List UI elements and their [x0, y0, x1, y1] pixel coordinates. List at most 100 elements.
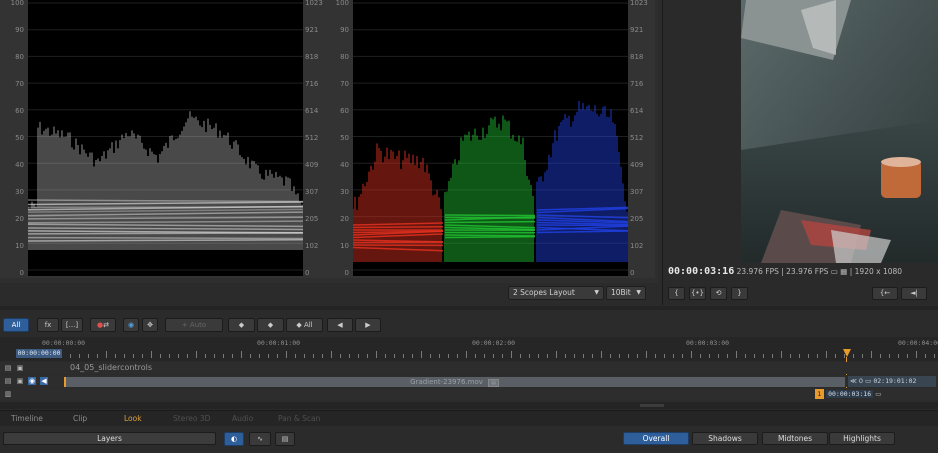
- ruler-tick: [430, 354, 431, 358]
- bitdepth-select[interactable]: 10Bit ▼: [606, 286, 646, 300]
- move-button[interactable]: ✥: [142, 318, 158, 332]
- ruler-tick: [304, 354, 305, 358]
- track-name-row: ▤ ▣ 04_05_slidercontrols: [0, 362, 938, 374]
- ruler-tick: [763, 354, 764, 358]
- waveform-dense-band: [28, 232, 303, 235]
- ruler-tick: [664, 354, 665, 358]
- layers-button[interactable]: Layers: [3, 432, 216, 445]
- snapshot-icon: ▭: [875, 390, 882, 398]
- timeline-ruler[interactable]: 00:00:00:00 00:00:01:00 00:00:02:00 00:00:0…: [0, 337, 938, 361]
- ruler-tick: [862, 354, 863, 358]
- auto-keyframe-button[interactable]: + Auto: [165, 318, 223, 332]
- curves-tab-button[interactable]: ∿: [249, 432, 271, 446]
- axis-tick-label: 10: [340, 242, 349, 250]
- scopes-layout-select[interactable]: 2 Scopes Layout ▼: [508, 286, 604, 300]
- ruler-tick: [151, 351, 152, 358]
- color-link-button[interactable]: ●⇄: [90, 318, 116, 332]
- playhead-timecode: 1 00:00:03:16 ▭: [815, 389, 885, 399]
- ruler-tick: [628, 354, 629, 358]
- axis-tick-label: 80: [340, 53, 349, 61]
- speaker-icon[interactable]: ◀: [40, 377, 48, 385]
- all-tracks-button[interactable]: All: [3, 318, 29, 332]
- ruler-tick: [259, 354, 260, 358]
- axis-tick-label: 716: [630, 80, 644, 88]
- film-icon: ▤: [4, 377, 12, 385]
- viewer-fps: 23.976 FPS: [736, 267, 779, 276]
- axis-tick-label: 30: [15, 188, 24, 196]
- axis-tick-label: 60: [340, 107, 349, 115]
- bitdepth-label: 10Bit: [611, 288, 631, 297]
- ruler-tick: [520, 354, 521, 358]
- color-palette-button[interactable]: ◉: [123, 318, 139, 332]
- lock-icon[interactable]: ▣: [16, 364, 24, 372]
- axis-tick-label: 0: [344, 269, 349, 277]
- ruler-time-label: 00:00:03:00: [686, 339, 730, 347]
- range-highlights-button[interactable]: Highlights: [829, 432, 895, 445]
- lock-icon[interactable]: ▣: [16, 377, 24, 385]
- ruler-tick: [502, 354, 503, 358]
- clip-bar[interactable]: Gradient-23976.mov ▤: [64, 377, 845, 387]
- luma-waveform-graphic: [28, 2, 303, 271]
- tab-stereo-3d[interactable]: Stereo 3D: [173, 414, 210, 423]
- luma-waveform: [28, 0, 303, 276]
- axis-tick-label: 100: [10, 0, 24, 7]
- ruler-tick: [907, 354, 908, 358]
- tab-audio[interactable]: Audio: [232, 414, 253, 423]
- tab-clip[interactable]: Clip: [73, 414, 87, 423]
- axis-tick-label: 60: [15, 107, 24, 115]
- axis-tick-label: 90: [15, 26, 24, 34]
- viewer-fps-2: 23.976 FPS: [786, 267, 829, 276]
- ruler-tick: [565, 354, 566, 358]
- ruler-tick: [574, 354, 575, 358]
- tab-timeline[interactable]: Timeline: [11, 414, 43, 423]
- bracket-button[interactable]: [...]: [61, 318, 83, 332]
- ruler-tick: [268, 354, 269, 358]
- delete-keyframe-button[interactable]: ◆: [257, 318, 284, 332]
- key-all-button[interactable]: ◆ All: [286, 318, 323, 332]
- tab-look[interactable]: Look: [124, 414, 142, 423]
- range-midtones-button[interactable]: Midtones: [762, 432, 828, 445]
- ruler-tick: [691, 351, 692, 358]
- add-keyframe-button[interactable]: ◆: [228, 318, 255, 332]
- ruler-tick: [232, 354, 233, 358]
- ruler-tick: [439, 354, 440, 358]
- axis-tick-label: 409: [630, 161, 644, 169]
- mark-in-button[interactable]: {: [668, 287, 685, 300]
- ruler-tick: [889, 354, 890, 358]
- tab-pan-scan[interactable]: Pan & Scan: [278, 414, 320, 423]
- mark-both-button[interactable]: {•}: [689, 287, 706, 300]
- current-time-badge: 00:00:00:00: [16, 349, 62, 358]
- scopes-layout-label: 2 Scopes Layout: [513, 288, 575, 297]
- ruler-tick: [925, 354, 926, 358]
- ruler-tick: [601, 351, 602, 358]
- loop-button[interactable]: ⟲: [710, 287, 727, 300]
- bottom-tabs: Timeline Clip Look Stereo 3D Audio Pan & Scan: [0, 410, 938, 426]
- scrollbar-thumb[interactable]: [640, 404, 664, 407]
- previous-frame-button[interactable]: ◄|: [901, 287, 927, 300]
- next-keyframe-button[interactable]: ▶: [355, 318, 381, 332]
- ruler-tick: [898, 354, 899, 358]
- previous-keyframe-button[interactable]: ◀: [327, 318, 353, 332]
- ruler-tick: [781, 351, 782, 358]
- ruler-tick: [484, 354, 485, 358]
- ruler-tick: [799, 354, 800, 358]
- ruler-tick: [619, 354, 620, 358]
- ruler-tick: [241, 351, 242, 358]
- parade-dense-band: [444, 235, 536, 239]
- color-wheels-tab-button[interactable]: ◐: [224, 432, 244, 446]
- fx-button[interactable]: fx: [37, 318, 59, 332]
- clip-badge-icon: ▤: [488, 379, 499, 387]
- clip-in-handle[interactable]: [64, 377, 66, 387]
- info-tab-button[interactable]: ▤: [275, 432, 295, 446]
- go-to-in-button[interactable]: {←: [872, 287, 898, 300]
- mark-out-button[interactable]: }: [731, 287, 748, 300]
- ruler-time-label: 00:00:02:00: [472, 339, 516, 347]
- axis-tick-label: 20: [340, 215, 349, 223]
- timeline-scrollbar[interactable]: [0, 402, 938, 409]
- monitor-icon: ▭: [830, 267, 838, 276]
- panel-divider[interactable]: [0, 306, 938, 310]
- range-shadows-button[interactable]: Shadows: [692, 432, 758, 445]
- parade-dense-band: [353, 225, 444, 229]
- eye-icon[interactable]: ◉: [28, 377, 36, 385]
- range-overall-button[interactable]: Overall: [623, 432, 689, 445]
